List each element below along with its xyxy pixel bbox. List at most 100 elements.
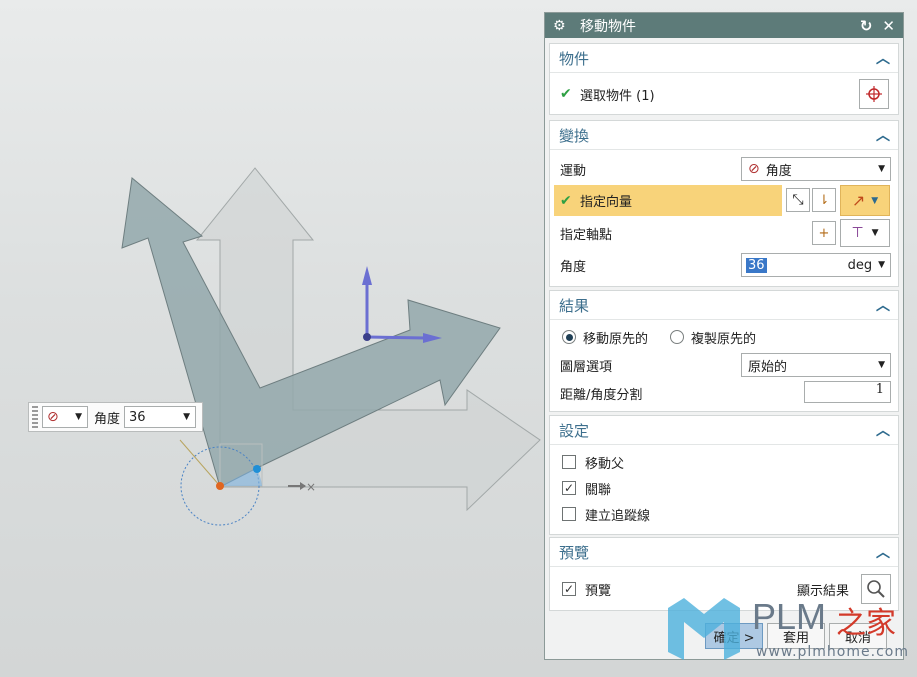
watermark: PLM 之家 www.plmhome.com	[664, 594, 914, 664]
angle-row: 角度 36 deg ▼	[550, 251, 898, 279]
triad-z-arrow-icon[interactable]	[362, 266, 372, 285]
collapse-icon[interactable]: ︿	[876, 542, 890, 562]
reverse-direction-icon: ⤡	[792, 192, 804, 208]
check-icon: ✔	[560, 86, 572, 102]
chevron-down-icon: ▼	[878, 260, 885, 270]
floating-angle-toolbar: ⊘ ▼ 角度 36 ▼	[28, 402, 203, 432]
move-copy-row: 移動原先的 複製原先的	[550, 323, 898, 351]
motion-value: 角度	[765, 163, 792, 179]
specify-pivot-row: 指定軸點 + ⊤ ▼	[550, 219, 898, 247]
preview-label[interactable]: 預覽	[585, 580, 611, 599]
motion-row: 運動 ⊘ 角度 ▼	[550, 155, 898, 183]
section-title: 物件	[559, 49, 590, 68]
chevron-down-icon: ▼	[183, 412, 191, 422]
dialog-titlebar: ⚙ 移動物件 ↻ ✕	[545, 13, 903, 38]
vector-dialog-icon: ⇂	[818, 192, 830, 208]
point-dialog-button[interactable]: +	[812, 221, 836, 245]
select-object-label: 選取物件 (1)	[580, 88, 655, 104]
associative-label[interactable]: 關聯	[585, 479, 611, 498]
split-row: 距離/角度分割 1	[550, 379, 898, 407]
associative-checkbox[interactable]: ✓	[562, 481, 576, 495]
associative-row[interactable]: ✓ 關聯	[550, 474, 898, 502]
triad-x-axis	[366, 335, 426, 340]
chevron-down-icon: ▼	[75, 412, 82, 422]
collapse-icon[interactable]: ︿	[876, 48, 890, 68]
watermark-brand: PLM	[752, 596, 827, 637]
create-trace-row[interactable]: 建立追蹤線	[550, 500, 898, 528]
chevron-down-icon: ▼	[871, 195, 879, 206]
floating-angle-input[interactable]: 36 ▼	[124, 406, 197, 428]
section-title: 設定	[559, 421, 590, 440]
angle-motion-icon: ⊘	[47, 409, 59, 425]
move-parent-row[interactable]: 移動父	[550, 448, 898, 476]
copy-original-label[interactable]: 複製原先的	[691, 328, 756, 347]
point-dialog-icon: +	[818, 225, 830, 241]
chevron-down-icon: ▼	[878, 360, 885, 370]
settings-section-header[interactable]: 設定 ︿	[550, 416, 898, 445]
object-section: 物件 ︿ ✔ 選取物件 (1)	[549, 43, 899, 115]
split-input[interactable]: 1	[804, 381, 891, 403]
motion-type-dropdown[interactable]: ⊘ ▼	[42, 406, 88, 428]
crosshair-icon	[866, 86, 882, 102]
angle-unit: deg	[847, 257, 873, 273]
specify-pivot-label: 指定軸點	[560, 227, 613, 243]
inferred-vector-icon: ↗	[851, 191, 866, 210]
select-object-row[interactable]: ✔ 選取物件 (1)	[550, 78, 898, 110]
transform-section: 變換 ︿ 運動 ⊘ 角度 ▼ ✔ 指定向量 ⤡ ⇂ ↗ ▼ 指定軸點 + ⊤ ▼…	[549, 120, 899, 287]
inferred-vector-dropdown[interactable]: ↗ ▼	[840, 185, 890, 216]
create-trace-checkbox[interactable]	[562, 507, 576, 521]
move-parent-label[interactable]: 移動父	[585, 453, 624, 472]
collapse-icon[interactable]: ︿	[876, 295, 890, 315]
angle-handle[interactable]	[253, 465, 261, 473]
drag-grip-icon[interactable]	[32, 406, 38, 428]
copy-original-radio[interactable]	[670, 330, 684, 344]
result-section: 結果 ︿ 移動原先的 複製原先的 圖層選項 原始的 ▼ 距離/角度分割 1	[549, 290, 899, 412]
layer-option-label: 圖層選項	[560, 359, 613, 375]
move-object-dialog: ⚙ 移動物件 ↻ ✕ 物件 ︿ ✔ 選取物件 (1) 變換 ︿ 運動 ⊘ 角度 …	[544, 12, 904, 660]
watermark-brand-suffix: 之家	[836, 606, 896, 641]
motion-dropdown[interactable]: ⊘ 角度 ▼	[741, 157, 891, 181]
transform-section-header[interactable]: 變換 ︿	[550, 121, 898, 150]
layer-option-row: 圖層選項 原始的 ▼	[550, 351, 898, 379]
layer-option-value: 原始的	[748, 359, 788, 375]
motion-label: 運動	[560, 163, 587, 179]
angle-label: 角度	[560, 259, 587, 275]
triad-origin[interactable]	[363, 333, 371, 341]
watermark-logo-icon	[668, 598, 740, 660]
split-value: 1	[875, 382, 884, 397]
preview-section-header[interactable]: 預覽 ︿	[550, 538, 898, 567]
x-axis-label-icon: ×	[306, 480, 316, 494]
section-title: 變換	[559, 126, 590, 145]
move-original-label[interactable]: 移動原先的	[583, 328, 648, 347]
reset-icon[interactable]: ↻	[860, 17, 873, 35]
layer-option-dropdown[interactable]: 原始的 ▼	[741, 353, 891, 377]
chevron-down-icon: ▼	[871, 228, 879, 238]
object-section-header[interactable]: 物件 ︿	[550, 44, 898, 73]
settings-section: 設定 ︿ 移動父 ✓ 關聯 建立追蹤線	[549, 415, 899, 535]
watermark-url: www.plmhome.com	[756, 644, 909, 660]
vector-dialog-button[interactable]: ⇂	[812, 188, 836, 212]
create-trace-label[interactable]: 建立追蹤線	[585, 505, 650, 524]
chevron-down-icon: ▼	[878, 164, 885, 174]
preview-checkbox[interactable]: ✓	[562, 582, 576, 596]
result-section-header[interactable]: 結果 ︿	[550, 291, 898, 320]
inferred-point-icon: ⊤	[851, 225, 864, 241]
dialog-title: 移動物件	[580, 18, 636, 35]
specify-vector-row[interactable]: ✔ 指定向量 ⤡ ⇂ ↗ ▼	[550, 185, 898, 216]
angle-value[interactable]: 36	[746, 257, 767, 273]
section-title: 結果	[559, 296, 590, 315]
inferred-point-dropdown[interactable]: ⊤ ▼	[840, 219, 890, 247]
pivot-point[interactable]	[216, 482, 224, 490]
collapse-icon[interactable]: ︿	[876, 125, 890, 145]
collapse-icon[interactable]: ︿	[876, 420, 890, 440]
angle-input[interactable]: 36 deg ▼	[741, 253, 891, 277]
angle-motion-icon: ⊘	[748, 161, 760, 177]
gear-icon: ⚙	[553, 17, 566, 34]
floating-angle-value[interactable]: 36	[129, 410, 146, 425]
move-original-radio[interactable]	[562, 330, 576, 344]
move-parent-checkbox[interactable]	[562, 455, 576, 469]
specify-vector-label: 指定向量	[580, 195, 633, 210]
close-icon[interactable]: ✕	[882, 17, 895, 35]
select-object-button[interactable]	[859, 79, 889, 109]
reverse-direction-button[interactable]: ⤡	[786, 188, 810, 212]
